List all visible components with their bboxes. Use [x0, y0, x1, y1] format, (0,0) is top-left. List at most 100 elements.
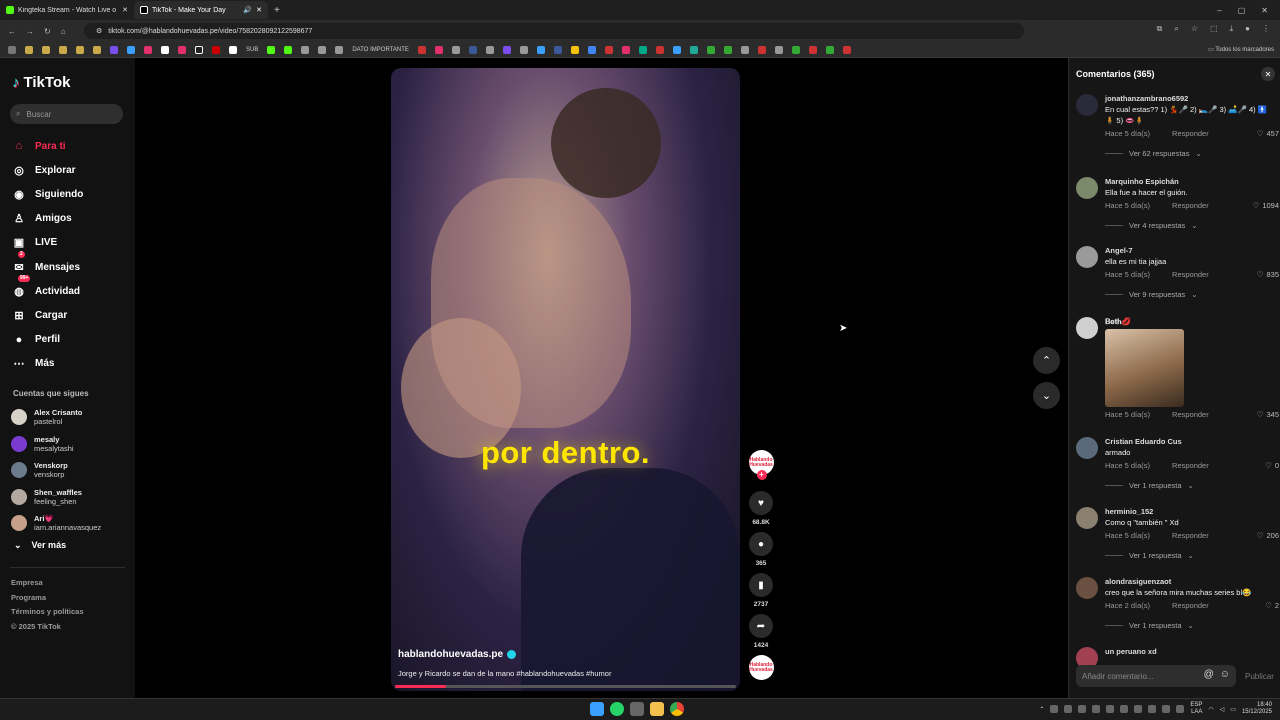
- bookmark-star-icon[interactable]: ☆: [1191, 24, 1198, 34]
- next-video-button[interactable]: ⌄: [1033, 382, 1060, 409]
- avatar[interactable]: [1076, 437, 1098, 459]
- video-player[interactable]: por dentro. hablandohuevadas.pe Jorge y …: [391, 68, 740, 691]
- creator-avatar[interactable]: Hablando Huevadas +: [748, 450, 774, 480]
- tray-app-icon[interactable]: [1148, 705, 1157, 713]
- tray-app-icon[interactable]: [1176, 705, 1185, 713]
- bookmark-icon[interactable]: [604, 45, 613, 54]
- clock[interactable]: 18:40 15/12/2025: [1242, 702, 1272, 716]
- comment-like-button[interactable]: ♡ 2: [1265, 601, 1279, 610]
- close-comments-button[interactable]: ✕: [1261, 67, 1275, 81]
- bookmark-sub[interactable]: SUB: [246, 47, 258, 53]
- reply-button[interactable]: Responder: [1172, 531, 1209, 540]
- bookmark-icon[interactable]: [570, 45, 579, 54]
- bookmark-icon[interactable]: [587, 45, 596, 54]
- bookmark-icon[interactable]: [110, 45, 118, 54]
- bookmark-icon[interactable]: [672, 45, 681, 54]
- nav-item-actividad[interactable]: ◍ 99+ Actividad: [10, 275, 128, 303]
- comment-username[interactable]: jonathanzambrano6592: [1105, 94, 1276, 104]
- tray-chevron-icon[interactable]: ⌃: [1039, 706, 1044, 713]
- bookmark-icon[interactable]: [212, 45, 220, 54]
- bookmark-dato[interactable]: DATO IMPORTANTE: [352, 47, 409, 53]
- folder-icon[interactable]: [25, 45, 33, 54]
- bookmark-icon[interactable]: [519, 45, 528, 54]
- bookmark-icon[interactable]: [723, 45, 732, 54]
- bookmark-icon[interactable]: [808, 45, 817, 54]
- comment-image[interactable]: [1105, 329, 1184, 407]
- bookmark-icon[interactable]: [178, 45, 186, 54]
- url-field[interactable]: ⚙ tiktok.com/@hablandohuevadas.pe/video/…: [84, 23, 1024, 39]
- following-item[interactable]: Alex Crisanto pastelrol: [11, 404, 129, 431]
- bookmark-icon[interactable]: [161, 45, 169, 54]
- see-more-button[interactable]: ⌄ Ver más: [14, 540, 66, 551]
- search-input[interactable]: ⌕ Buscar: [10, 104, 123, 124]
- reply-button[interactable]: Responder: [1172, 270, 1209, 279]
- avatar[interactable]: [1076, 94, 1098, 116]
- bookmark-icon[interactable]: [740, 45, 749, 54]
- keyboard-language[interactable]: ESP LAA: [1190, 702, 1202, 716]
- avatar[interactable]: [1076, 177, 1098, 199]
- view-replies-button[interactable]: Ver 62 respuestas ⌄: [1105, 149, 1276, 158]
- whatsapp-icon[interactable]: [610, 702, 624, 716]
- downloads-icon[interactable]: ⤓: [1230, 24, 1234, 34]
- site-info-icon[interactable]: ⚙: [96, 27, 102, 35]
- bookmark-icon[interactable]: [318, 45, 327, 54]
- battery-icon[interactable]: ▭: [1230, 706, 1236, 713]
- view-replies-button[interactable]: Ver 1 respuesta ⌄: [1105, 551, 1276, 560]
- bookmark-icon[interactable]: [536, 45, 545, 54]
- nav-item-cargar[interactable]: ⊞ Cargar: [10, 303, 128, 327]
- emoji-icon[interactable]: ☺: [1220, 669, 1230, 680]
- avatar[interactable]: [1076, 507, 1098, 529]
- chrome-icon[interactable]: [670, 702, 684, 716]
- follow-plus-icon[interactable]: +: [756, 470, 767, 480]
- volume-icon[interactable]: ◁: [1220, 706, 1225, 713]
- extensions-icon[interactable]: ⬚: [1210, 24, 1218, 34]
- comment-username[interactable]: Marquinho Espichán: [1105, 177, 1276, 187]
- menu-icon[interactable]: ⋮: [1262, 24, 1270, 34]
- bookmark-icon[interactable]: [553, 45, 562, 54]
- forward-icon[interactable]: →: [26, 27, 34, 36]
- zoom-icon[interactable]: ⌕: [1174, 24, 1178, 34]
- back-icon[interactable]: ←: [8, 27, 16, 36]
- nav-item-live[interactable]: ▣ LIVE: [10, 231, 128, 255]
- comment-username[interactable]: Angel-7: [1105, 246, 1276, 256]
- comment-like-button[interactable]: ♡ 206: [1257, 531, 1279, 540]
- video-progress-bar[interactable]: [395, 685, 736, 688]
- comment-like-button[interactable]: ♡ 0: [1265, 461, 1279, 470]
- comment-like-button[interactable]: ♡ 345: [1257, 410, 1279, 419]
- tab-tiktok[interactable]: TikTok - Make Your Day 🔊 ✕: [134, 1, 268, 19]
- bookmark-icon[interactable]: [706, 45, 715, 54]
- new-tab-icon[interactable]: +: [274, 5, 280, 16]
- maximize-icon[interactable]: ▢: [1238, 6, 1246, 15]
- avatar[interactable]: [1076, 317, 1098, 339]
- bookmark-icon[interactable]: [825, 45, 834, 54]
- comment-username[interactable]: 𝐁𝐞𝐭𝐡💋: [1105, 317, 1276, 327]
- nav-item-para-ti[interactable]: ⌂ Para ti: [10, 134, 128, 158]
- folder-icon[interactable]: [42, 45, 50, 54]
- wifi-icon[interactable]: ◠: [1208, 706, 1213, 713]
- bookmark-icon[interactable]: [842, 45, 851, 54]
- tray-app-icon[interactable]: [1162, 705, 1171, 713]
- following-item[interactable]: mesaly mesalytashi: [11, 431, 129, 458]
- comment-button[interactable]: ●: [749, 532, 773, 556]
- reply-button[interactable]: Responder: [1172, 201, 1209, 210]
- view-replies-button[interactable]: Ver 9 respuestas ⌄: [1105, 290, 1276, 299]
- bookmark-icon[interactable]: [485, 45, 494, 54]
- bookmark-icon[interactable]: [655, 45, 664, 54]
- bookmark-icon[interactable]: [621, 45, 630, 54]
- comment-username[interactable]: un peruano xd: [1105, 647, 1276, 657]
- folder-icon[interactable]: [93, 45, 101, 54]
- publish-button[interactable]: Publicar: [1245, 672, 1274, 681]
- bookmark-icon[interactable]: [417, 45, 426, 54]
- comment-like-button[interactable]: ♡ 457: [1257, 129, 1279, 138]
- like-button[interactable]: ♥: [749, 491, 773, 515]
- view-replies-button[interactable]: Ver 1 respuesta ⌄: [1105, 481, 1276, 490]
- avatar[interactable]: [1076, 577, 1098, 599]
- tray-app-icon[interactable]: [1078, 705, 1087, 713]
- bookmark-icon[interactable]: [502, 45, 511, 54]
- mention-icon[interactable]: @: [1204, 669, 1214, 680]
- bookmark-icon[interactable]: [791, 45, 800, 54]
- tray-app-icon[interactable]: [1120, 705, 1129, 713]
- calculator-icon[interactable]: [630, 702, 644, 716]
- close-tab-icon[interactable]: ✕: [256, 6, 262, 14]
- bookmark-icon[interactable]: [689, 45, 698, 54]
